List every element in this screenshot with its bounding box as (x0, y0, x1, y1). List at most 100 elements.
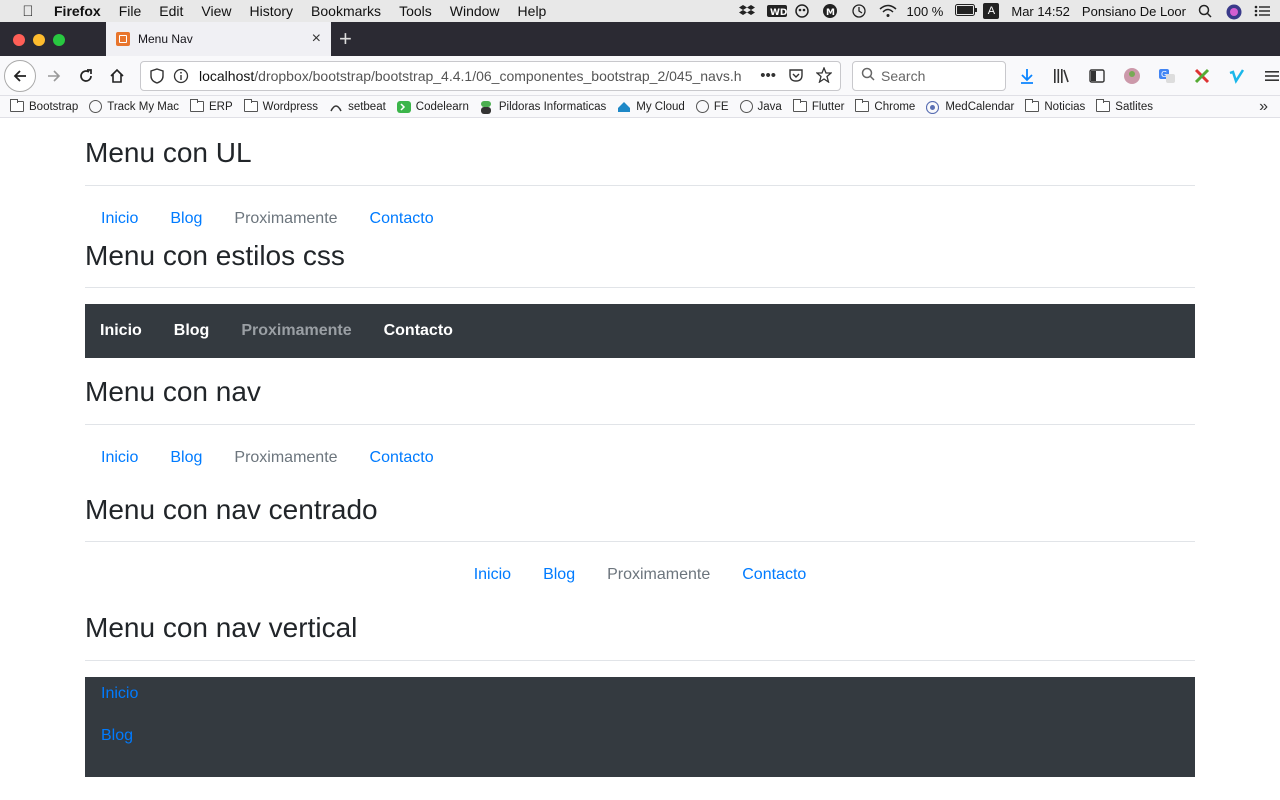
m-icon[interactable]: M (822, 4, 839, 18)
tab-close-icon[interactable]: × (312, 30, 321, 48)
section-menu-ul: Menu con UL Inicio Blog Proximamente Con… (85, 136, 1195, 236)
nav-link-inicio[interactable]: Inicio (85, 202, 154, 236)
back-button[interactable] (4, 60, 36, 92)
divider (85, 184, 1195, 186)
skull-icon[interactable] (794, 4, 811, 18)
menu-help[interactable]: Help (518, 3, 547, 19)
nav-link-contacto[interactable]: Contacto (354, 441, 450, 475)
bookmark-medcalendar[interactable]: MedCalendar (926, 100, 1015, 115)
tab-strip: Menu Nav × + (0, 22, 1280, 56)
bookmark-fe[interactable]: FE (695, 100, 729, 113)
translate-extension-icon[interactable]: G (1156, 65, 1178, 87)
bookmark-my-cloud[interactable]: My Cloud (617, 101, 685, 113)
medcalendar-icon (926, 100, 940, 115)
bookmark-java[interactable]: Java (739, 100, 782, 113)
svg-text:WD: WD (770, 8, 787, 18)
nav-link-blog[interactable]: Blog (527, 558, 591, 592)
bookmark-satlites[interactable]: Satlites (1096, 99, 1153, 113)
bookmark-label: Java (757, 100, 782, 113)
dropbox-icon[interactable] (738, 4, 755, 18)
bookmark-label: MedCalendar (945, 100, 1015, 113)
profile-avatar-icon[interactable] (1121, 65, 1143, 87)
bookmark-pildoras[interactable]: Pildoras Informaticas (480, 100, 607, 114)
extension-x-icon[interactable] (1191, 65, 1213, 87)
menu-edit[interactable]: Edit (159, 3, 183, 19)
bookmark-label: setbeat (348, 100, 386, 113)
wifi-icon[interactable] (879, 4, 896, 18)
minimize-window-button[interactable] (33, 34, 45, 46)
folder-icon (190, 99, 205, 112)
forward-button[interactable] (40, 62, 68, 90)
search-input[interactable]: Search (852, 61, 1006, 91)
nav-link-blog[interactable]: Blog (154, 202, 218, 236)
menu-file[interactable]: File (119, 3, 142, 19)
menu-bookmarks[interactable]: Bookmarks (311, 3, 381, 19)
shield-icon[interactable] (149, 68, 165, 84)
menu-app[interactable]: Firefox (54, 3, 101, 19)
bookmark-codelearn[interactable]: Codelearn (396, 101, 469, 113)
new-tab-button[interactable]: + (339, 26, 352, 52)
chevron-double-right-icon[interactable]: » (1259, 98, 1268, 116)
folder-icon (243, 99, 258, 112)
bookmark-flutter[interactable]: Flutter (792, 99, 845, 113)
site-info-icon[interactable] (173, 68, 189, 84)
url-bar[interactable]: localhost/dropbox/bootstrap/bootstrap_4.… (140, 61, 841, 91)
wd-icon[interactable]: WD (766, 4, 787, 18)
tab-menu-nav[interactable]: Menu Nav × (106, 22, 331, 56)
nav-link-blog[interactable]: Blog (154, 441, 218, 475)
bookmark-track-my-mac[interactable]: Track My Mac (89, 100, 179, 113)
codelearn-icon (396, 101, 411, 113)
battery-icon[interactable] (955, 4, 978, 18)
library-icon[interactable] (1051, 65, 1073, 87)
url-text[interactable]: localhost/dropbox/bootstrap/bootstrap_4.… (199, 68, 747, 84)
user-name[interactable]: Ponsiano De Loor (1082, 4, 1186, 19)
vimeo-extension-icon[interactable] (1226, 65, 1248, 87)
downloads-icon[interactable] (1016, 65, 1038, 87)
nav-link-contacto[interactable]: Contacto (368, 314, 469, 348)
page-actions-icon[interactable]: ••• (760, 67, 776, 87)
clock[interactable]: Mar 14:52 (1011, 4, 1070, 19)
sidebar-icon[interactable] (1086, 65, 1108, 87)
bookmark-label: Pildoras Informaticas (498, 100, 607, 113)
input-source-icon[interactable]: A (983, 3, 1000, 19)
bookmark-label: Flutter (811, 100, 845, 113)
nav-link-contacto[interactable]: Contacto (726, 558, 822, 592)
menu-view[interactable]: View (201, 3, 231, 19)
nav-link-inicio[interactable]: Inicio (458, 558, 527, 592)
bookmark-star-icon[interactable] (815, 66, 833, 87)
bookmark-bootstrap[interactable]: Bootstrap (10, 99, 79, 113)
nav-link-blog[interactable]: Blog (158, 314, 226, 348)
bookmark-noticias[interactable]: Noticias (1025, 99, 1085, 113)
nav-link-proximamente: Proximamente (234, 448, 338, 466)
zoom-window-button[interactable] (53, 34, 65, 46)
bookmark-chrome[interactable]: Chrome (855, 99, 916, 113)
hamburger-menu-icon[interactable] (1261, 65, 1280, 87)
home-button[interactable] (103, 62, 131, 90)
nav-link-proximamente: Proximamente (241, 322, 352, 340)
section-menu-nav: Menu con nav Inicio Blog Proximamente Co… (85, 375, 1195, 475)
bookmark-erp[interactable]: ERP (190, 99, 233, 113)
nav-link-inicio[interactable]: Inicio (85, 677, 1195, 711)
nav-link-contacto[interactable]: Contacto (354, 202, 450, 236)
siri-icon[interactable] (1226, 4, 1242, 20)
bookmark-label: FE (713, 100, 729, 113)
time-machine-icon[interactable] (851, 4, 867, 18)
apple-icon[interactable]:  (18, 3, 38, 20)
nav-link-blog[interactable]: Blog (85, 711, 1195, 753)
spotlight-icon[interactable] (1198, 4, 1214, 18)
reload-button[interactable] (72, 62, 100, 90)
menu-history[interactable]: History (249, 3, 293, 19)
bookmark-label: Chrome (874, 100, 916, 113)
notification-center-icon[interactable] (1254, 4, 1270, 18)
nav-plain: Inicio Blog Proximamente Contacto (85, 441, 1195, 475)
menu-window[interactable]: Window (450, 3, 500, 19)
pocket-icon[interactable] (788, 67, 804, 87)
bookmark-setbeat[interactable]: setbeat (329, 101, 386, 113)
menu-tools[interactable]: Tools (399, 3, 432, 19)
close-window-button[interactable] (13, 34, 25, 46)
toolbar-right-icons: G (1016, 65, 1280, 87)
bookmark-label: Bootstrap (29, 100, 79, 113)
bookmark-wordpress[interactable]: Wordpress (243, 99, 318, 113)
nav-link-inicio[interactable]: Inicio (85, 441, 154, 475)
nav-link-inicio[interactable]: Inicio (85, 314, 158, 348)
